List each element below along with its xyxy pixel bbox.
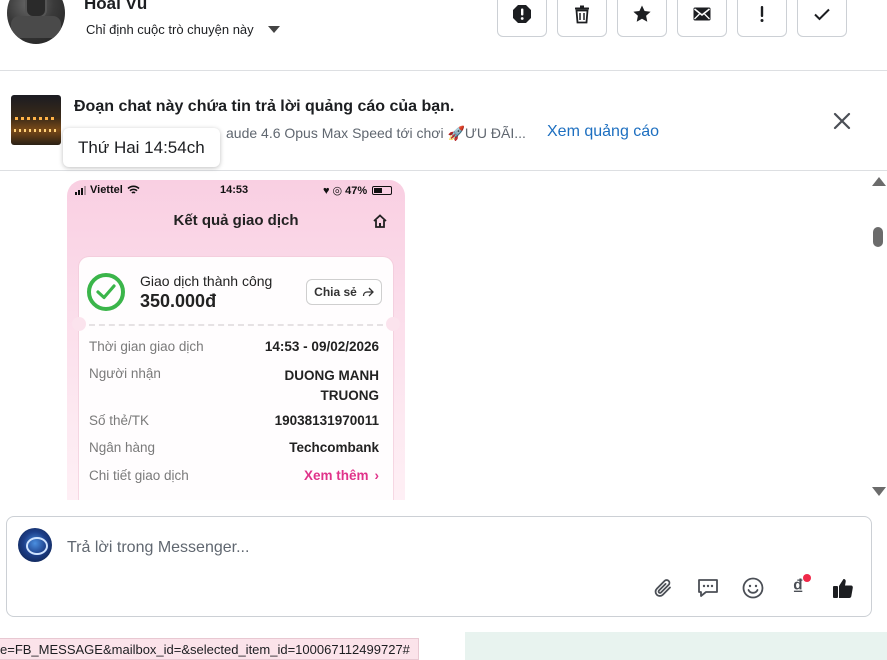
signal-icon [75, 185, 86, 195]
close-icon [833, 112, 851, 130]
view-ad-link[interactable]: Xem quảng cáo [547, 123, 659, 141]
phone-time: 14:53 [220, 184, 249, 196]
status-bar-url: e=FB_MESSAGE&mailbox_id=&selected_item_i… [0, 638, 419, 660]
header-actions [497, 0, 847, 37]
detail-row-details: Chi tiết giao dịch Xem thêm › [89, 468, 380, 483]
view-more-label: Xem thêm [303, 468, 369, 483]
reply-input[interactable] [67, 537, 627, 559]
mark-done-button[interactable] [797, 0, 847, 37]
divider [89, 324, 383, 326]
transaction-card: Giao dịch thành công 350.000đ Chia sẻ Th… [72, 257, 400, 500]
emoji-icon [742, 577, 764, 599]
thumbs-up-icon [833, 579, 853, 598]
ad-thumbnail[interactable] [11, 95, 61, 145]
page-background-strip [465, 632, 887, 660]
trash-icon [575, 5, 589, 23]
payment-button[interactable]: ₫ [785, 574, 811, 601]
message-thread[interactable]: Viettel 14:53 ♥ ◎ 47% Kết quả giao dịch [0, 171, 887, 500]
phone-status-bar: Viettel 14:53 ♥ ◎ 47% [67, 180, 405, 200]
timestamp-tooltip: Thứ Hai 14:54ch [63, 128, 220, 167]
exclamation-circle-icon [513, 4, 531, 23]
conversation-header: Hoài Vũ Chỉ định cuộc trò chuyện này [0, 0, 887, 71]
transaction-amount: 350.000đ [140, 291, 217, 311]
composer-tools: ₫ [650, 574, 856, 601]
contact-name[interactable]: Hoài Vũ [84, 0, 147, 14]
share-label: Chia sẻ [314, 285, 357, 299]
scroll-down-arrow-icon[interactable] [872, 487, 886, 496]
detail-row-recipient: Người nhận DUONG MANH TRUONG [89, 366, 379, 403]
reply-composer: ₫ [6, 516, 872, 617]
notification-dot [803, 574, 811, 582]
exclamation-icon [760, 5, 764, 22]
like-button[interactable] [830, 575, 856, 601]
ad-banner-title: Đoạn chat này chứa tin trả lời quảng cáo… [74, 98, 455, 115]
envelope-icon [693, 7, 711, 20]
emoji-button[interactable] [740, 575, 766, 601]
transaction-details: Thời gian giao dịch 14:53 - 09/02/2026 N… [89, 339, 379, 495]
star-icon [633, 5, 651, 22]
delete-button[interactable] [557, 0, 607, 37]
detail-row-time: Thời gian giao dịch 14:53 - 09/02/2026 [89, 339, 379, 354]
receipt-screen-title: Kết quả giao dịch [173, 212, 299, 229]
thread-scrollbar[interactable] [869, 171, 887, 500]
paperclip-icon [654, 579, 671, 597]
detail-row-bank: Ngân hàng Techcombank [89, 440, 379, 455]
assign-conversation-dropdown[interactable]: Chỉ định cuộc trò chuyện này [86, 22, 280, 37]
wifi-icon [127, 185, 140, 194]
page-avatar [18, 528, 52, 562]
spam-button[interactable] [497, 0, 547, 37]
saved-reply-button[interactable] [695, 575, 721, 601]
mark-unread-button[interactable] [677, 0, 727, 37]
ad-banner-subtitle: aude 4.6 Opus Max Speed tới chơi 🚀ƯU ĐÃI… [226, 125, 526, 141]
attach-button[interactable] [650, 575, 676, 601]
battery-percent: 47% [345, 184, 368, 197]
transaction-status: Giao dịch thành công [140, 273, 273, 289]
heart-icon: ♥ [323, 184, 330, 197]
share-button: Chia sẻ [306, 279, 382, 305]
carrier-name: Viettel [90, 184, 123, 196]
home-icon [373, 214, 387, 228]
detail-row-account: Số thẻ/TK 19038131970011 [89, 413, 379, 428]
checkmark-icon [814, 8, 830, 20]
assign-label: Chỉ định cuộc trò chuyện này [86, 22, 254, 37]
alarm-icon: ◎ [332, 185, 343, 197]
saved-reply-icon [698, 579, 718, 597]
star-button[interactable] [617, 0, 667, 37]
chevron-right-icon: › [374, 468, 380, 483]
close-banner-button[interactable] [829, 108, 855, 134]
battery-icon [372, 186, 393, 195]
caret-down-icon [267, 26, 280, 33]
share-arrow-icon [362, 287, 374, 296]
payment-dong-icon: ₫ [792, 576, 804, 599]
contact-avatar[interactable] [7, 0, 65, 44]
receipt-image[interactable]: Viettel 14:53 ♥ ◎ 47% Kết quả giao dịch [67, 180, 405, 500]
scrollbar-thumb[interactable] [873, 227, 883, 247]
follow-up-button[interactable] [737, 0, 787, 37]
success-check-icon [87, 273, 125, 311]
scroll-up-arrow-icon[interactable] [872, 177, 886, 186]
